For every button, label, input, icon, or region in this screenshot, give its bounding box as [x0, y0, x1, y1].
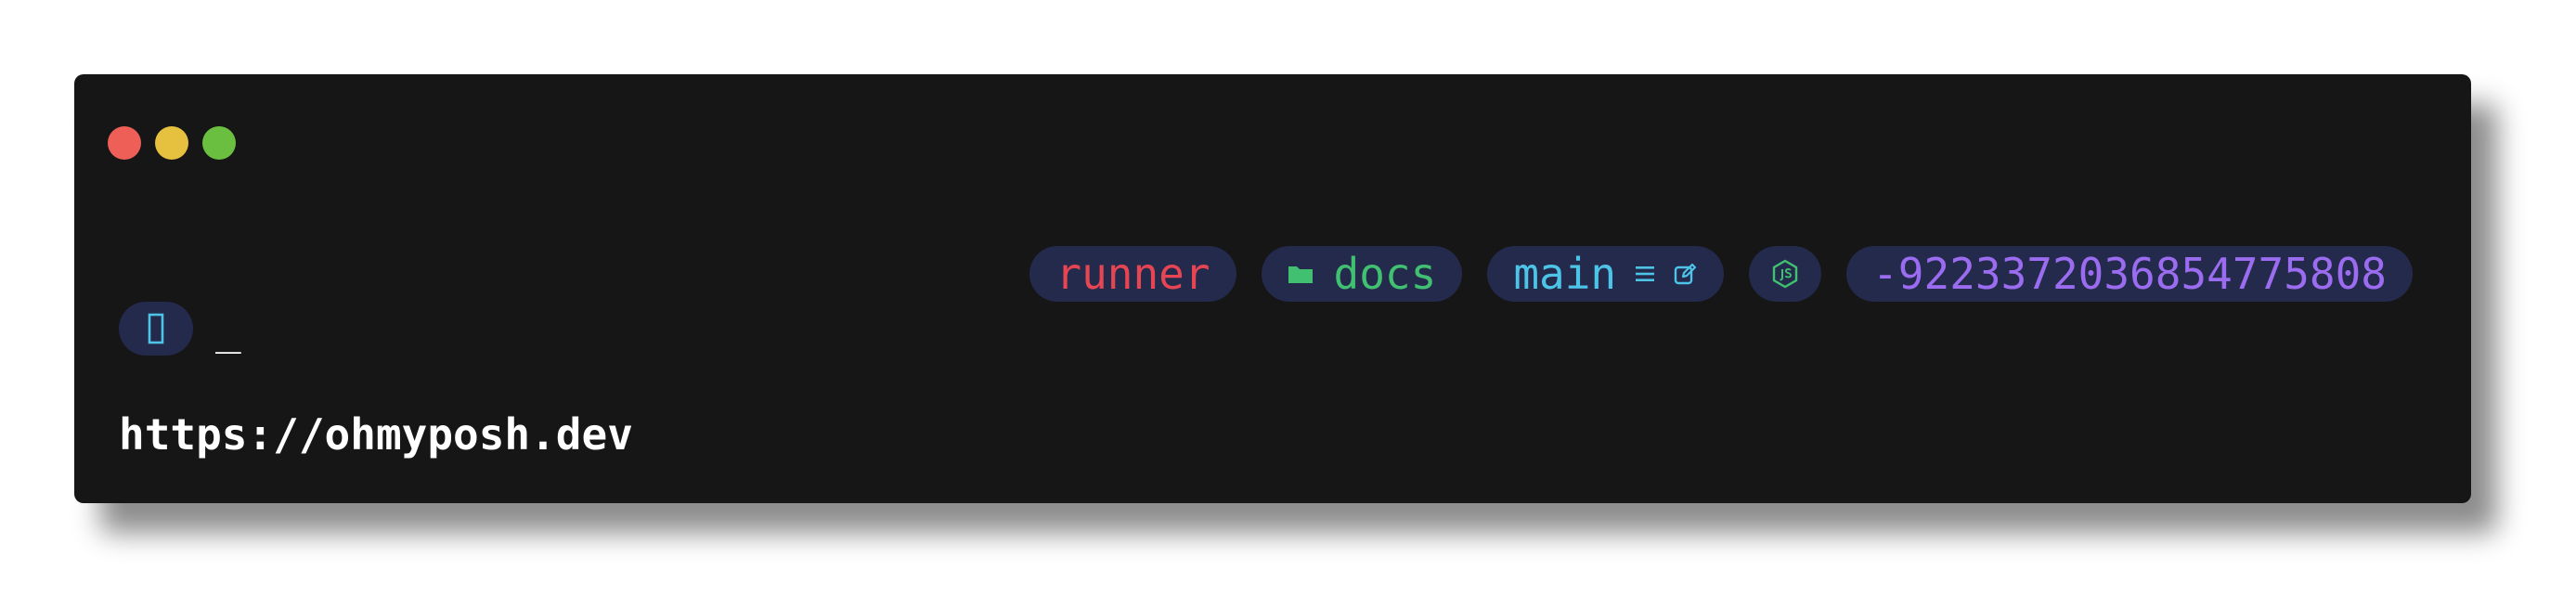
user-segment: runner: [1029, 246, 1236, 302]
exit-code-segment: -9223372036854775808: [1846, 246, 2413, 302]
prompt-symbol-segment: [119, 302, 193, 356]
minimize-button[interactable]: [155, 126, 188, 160]
node-segment: [1749, 246, 1822, 302]
bracket-icon: [148, 313, 164, 344]
user-name: runner: [1055, 249, 1210, 299]
close-button[interactable]: [108, 126, 141, 160]
text-cursor[interactable]: _: [215, 302, 241, 356]
branch-equal-icon: [1635, 264, 1655, 284]
maximize-button[interactable]: [202, 126, 236, 160]
terminal-window: runner docs main -9223372036854775808 _ …: [74, 74, 2471, 503]
path-segment: docs: [1261, 246, 1463, 302]
nodejs-icon: [1771, 259, 1799, 289]
folder-icon: [1288, 264, 1314, 284]
git-branch: main: [1513, 249, 1617, 299]
exit-code: -9223372036854775808: [1872, 249, 2387, 299]
left-prompt: _: [119, 302, 241, 356]
git-segment: main: [1487, 246, 1725, 302]
edit-icon: [1674, 262, 1698, 286]
path-name: docs: [1333, 249, 1437, 299]
right-prompt: runner docs main -9223372036854775808: [1029, 246, 2413, 302]
window-controls: [108, 126, 236, 160]
website-url: https://ohmyposh.dev: [119, 409, 633, 460]
